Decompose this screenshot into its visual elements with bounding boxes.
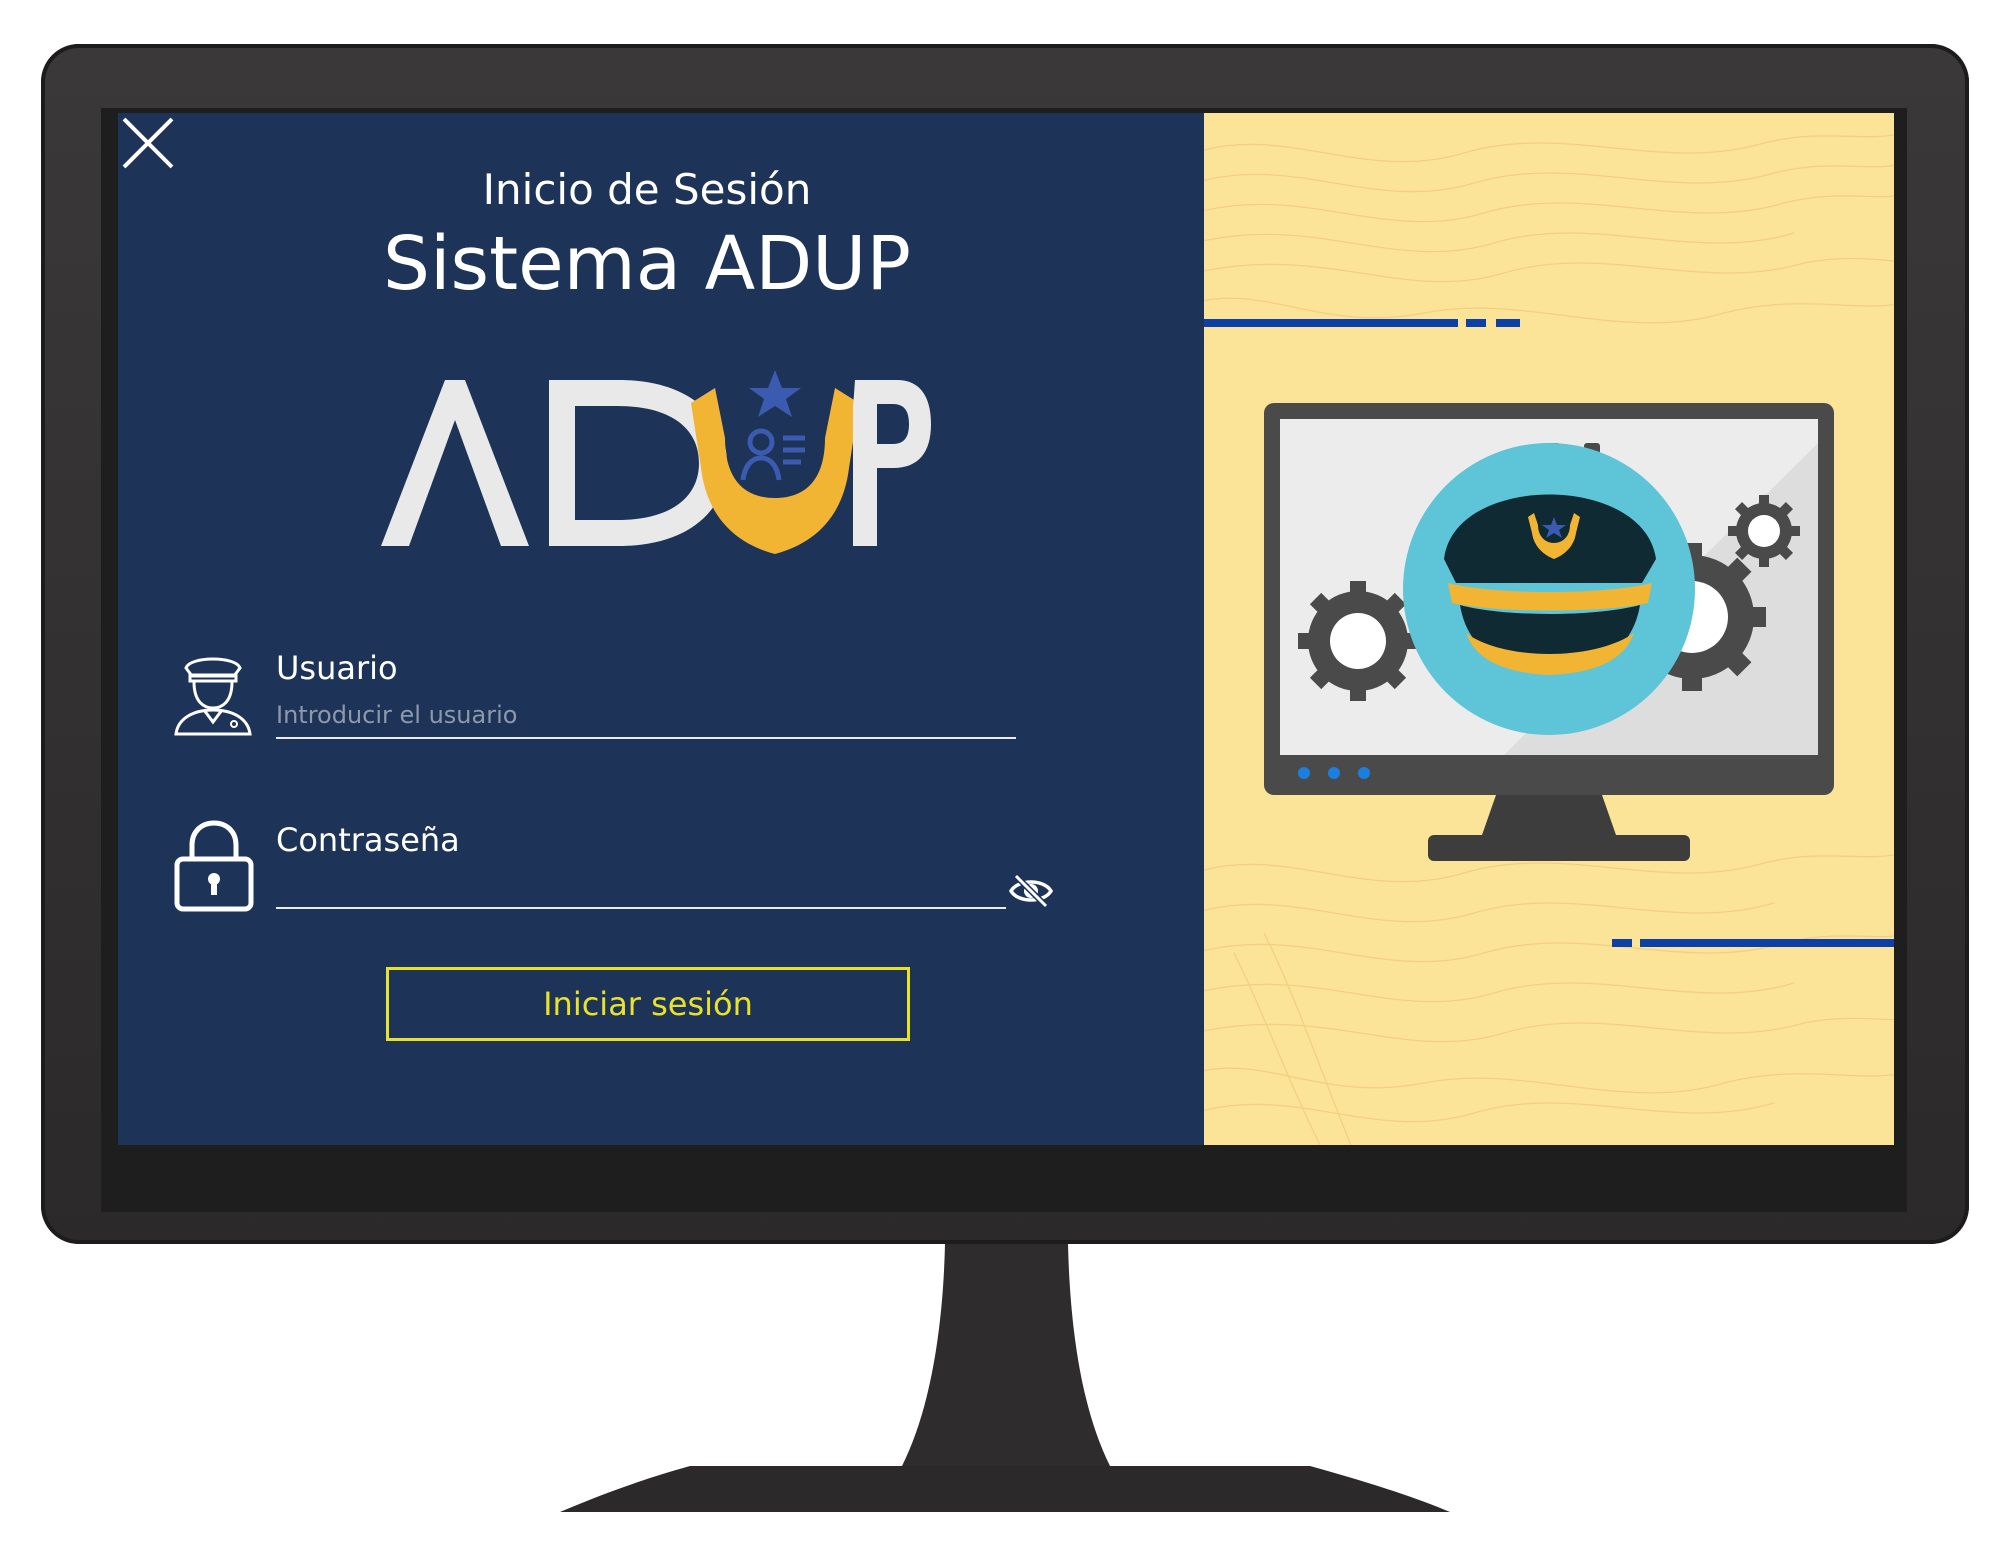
app-screen: Inicio de Sesión Sistema ADUP Usuario In…: [118, 113, 1894, 1145]
padlock-icon: [174, 820, 254, 912]
police-officer-icon: [174, 657, 252, 736]
page-subtitle: Inicio de Sesión: [482, 165, 812, 214]
password-label: Contraseña: [276, 821, 460, 859]
username-input[interactable]: [276, 693, 1016, 739]
adup-logo: [381, 370, 931, 554]
login-button[interactable]: Iniciar sesión: [386, 967, 910, 1041]
close-icon: [122, 117, 174, 169]
password-input[interactable]: [276, 869, 1006, 909]
eye-slash-icon[interactable]: [1008, 873, 1054, 909]
illustration-artwork: [1204, 134, 1894, 1145]
login-panel: Inicio de Sesión Sistema ADUP Usuario In…: [118, 113, 1204, 1145]
illustration-panel: [1204, 113, 1894, 1145]
page-title: Sistema ADUP: [383, 221, 911, 307]
username-label: Usuario: [276, 649, 398, 687]
close-button[interactable]: [120, 115, 176, 171]
